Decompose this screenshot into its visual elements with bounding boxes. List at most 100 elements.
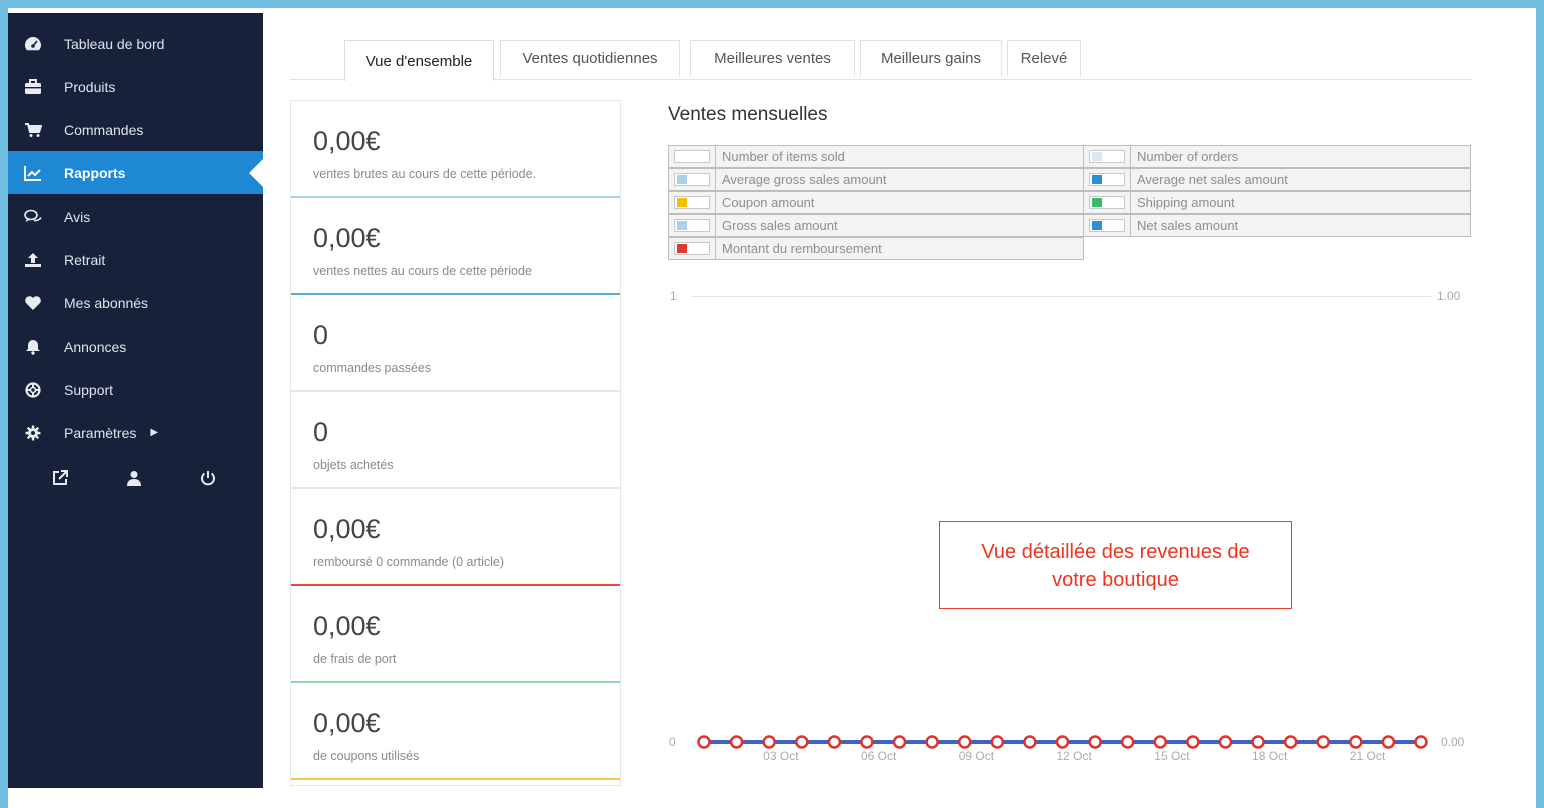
data-point[interactable]: [1153, 735, 1168, 749]
report-tabs: Vue d'ensemble Ventes quotidiennes Meill…: [290, 36, 1472, 81]
legend-label: Number of orders: [1137, 149, 1239, 164]
user-icon[interactable]: [124, 468, 144, 488]
sidebar-item-produits[interactable]: Produits: [8, 65, 263, 108]
lifebuoy-icon: [24, 381, 42, 399]
legend-swatch: [1092, 152, 1102, 161]
heart-icon: [24, 294, 42, 312]
chart-title: Ventes mensuelles: [668, 104, 828, 125]
legend-item[interactable]: Net sales amount: [1083, 214, 1471, 237]
data-point[interactable]: [1023, 735, 1037, 749]
stat-label: remboursé 0 commande (0 article): [313, 555, 505, 569]
external-link-icon[interactable]: [50, 468, 70, 488]
legend-label: Average gross sales amount: [722, 172, 887, 187]
legend-swatch: [677, 244, 687, 253]
monthly-sales-chart: 03 Oct 06 Oct 09 Oct 12 Oct 15 Oct 18 Oct 21 O…: [697, 735, 1428, 763]
caret-right-icon: ▶: [150, 427, 159, 438]
stat-value: 0,00€: [313, 514, 381, 544]
tab-meilleurs-gains[interactable]: Meilleurs gains: [860, 40, 1002, 76]
data-point[interactable]: [1414, 735, 1428, 749]
data-point[interactable]: [762, 735, 776, 749]
x-tick-label: 12 Oct: [1057, 749, 1093, 763]
legend-item[interactable]: Average net sales amount: [1083, 168, 1471, 191]
data-point[interactable]: [1218, 735, 1233, 749]
stat-value: 0,00€: [313, 126, 381, 156]
legend-item[interactable]: Gross sales amount: [668, 214, 1084, 237]
stat-value: 0,00€: [313, 708, 381, 738]
legend-swatch: [1092, 198, 1102, 207]
legend-swatch: [1092, 175, 1102, 184]
data-point[interactable]: [729, 735, 744, 749]
stat-card-shipping: 0,00€ de frais de port: [291, 586, 620, 683]
chart-icon: [24, 164, 42, 182]
data-point[interactable]: [925, 735, 939, 749]
sidebar-item-label: Produits: [64, 78, 116, 95]
sidebar-item-commandes[interactable]: Commandes: [8, 108, 263, 151]
sidebar-item-label: Support: [64, 381, 114, 398]
legend-item[interactable]: Number of items sold: [668, 145, 1084, 168]
comments-icon: [24, 208, 42, 226]
sidebar-item-tableau-de-bord[interactable]: Tableau de bord: [8, 22, 263, 65]
data-point[interactable]: [1088, 735, 1102, 749]
sidebar-tools: [8, 460, 263, 500]
tab-vue-ensemble[interactable]: Vue d'ensemble: [344, 40, 494, 81]
sidebar-item-label: Rapports: [64, 164, 126, 181]
sidebar-item-retrait[interactable]: Retrait: [8, 238, 263, 281]
stat-label: ventes nettes au cours de cette période: [313, 264, 532, 278]
stats-panel: 0,00€ ventes brutes au cours de cette pé…: [290, 100, 621, 786]
sidebar: Tableau de bord Produits Commandes Rappo…: [8, 13, 263, 788]
sidebar-item-mes-abonnes[interactable]: Mes abonnés: [8, 281, 263, 324]
stat-label: de frais de port: [313, 652, 397, 666]
x-tick-label: 15 Oct: [1154, 749, 1190, 763]
data-point[interactable]: [1381, 735, 1396, 749]
data-point[interactable]: [1316, 735, 1330, 749]
tab-ventes-quotidiennes[interactable]: Ventes quotidiennes: [500, 40, 680, 76]
tab-meilleures-ventes[interactable]: Meilleures ventes: [690, 40, 855, 76]
tab-releve[interactable]: Relevé: [1007, 40, 1081, 76]
x-tick-label: 18 Oct: [1252, 749, 1288, 763]
data-point[interactable]: [1349, 735, 1363, 749]
data-point[interactable]: [990, 735, 1005, 749]
data-point[interactable]: [1186, 735, 1200, 749]
legend-label: Net sales amount: [1137, 218, 1239, 233]
data-point[interactable]: [1120, 735, 1135, 749]
stat-card-refunds: 0,00€ remboursé 0 commande (0 article): [291, 489, 620, 586]
stat-card-net-sales: 0,00€ ventes nettes au cours de cette pé…: [291, 198, 620, 295]
legend-label: Coupon amount: [722, 195, 815, 210]
data-point[interactable]: [697, 735, 711, 749]
legend-swatch: [1092, 221, 1102, 230]
y-axis-left-top: 1: [670, 289, 677, 303]
stat-label: commandes passées: [313, 361, 432, 375]
x-tick-label: 03 Oct: [763, 749, 799, 763]
bell-icon: [24, 338, 42, 356]
dashboard-icon: [24, 35, 42, 53]
sidebar-item-annonces[interactable]: Annonces: [8, 325, 263, 368]
stat-card-items: 0 objets achetés: [291, 392, 620, 489]
x-tick-label: 06 Oct: [861, 749, 897, 763]
legend-item[interactable]: Coupon amount: [668, 191, 1084, 214]
legend-item[interactable]: Number of orders: [1083, 145, 1471, 168]
sidebar-item-rapports[interactable]: Rapports: [8, 151, 263, 194]
sidebar-item-label: Mes abonnés: [64, 294, 149, 311]
data-point[interactable]: [795, 735, 809, 749]
data-point[interactable]: [860, 735, 874, 749]
chart-legend: Number of items sold Number of orders Av…: [668, 145, 1471, 261]
data-point[interactable]: [1283, 735, 1298, 749]
stat-value: 0,00€: [313, 611, 381, 641]
sidebar-item-avis[interactable]: Avis: [8, 195, 263, 238]
legend-item[interactable]: Montant du remboursement: [668, 237, 1084, 260]
data-point[interactable]: [892, 735, 907, 749]
data-point[interactable]: [1055, 735, 1070, 749]
legend-item[interactable]: Shipping amount: [1083, 191, 1471, 214]
stat-card-gross-sales: 0,00€ ventes brutes au cours de cette pé…: [291, 101, 620, 198]
stat-label: de coupons utilisés: [313, 749, 420, 763]
legend-item[interactable]: Average gross sales amount: [668, 168, 1084, 191]
stat-value: 0,00€: [313, 223, 381, 253]
sidebar-item-support[interactable]: Support: [8, 368, 263, 411]
data-point[interactable]: [957, 735, 972, 749]
data-point[interactable]: [1251, 735, 1265, 749]
data-point[interactable]: [827, 735, 842, 749]
sidebar-item-parametres[interactable]: Paramètres ▶: [8, 411, 263, 454]
sidebar-item-label: Avis: [64, 208, 91, 225]
power-icon[interactable]: [198, 468, 218, 488]
y-axis-right-top: 1.00: [1437, 289, 1461, 303]
